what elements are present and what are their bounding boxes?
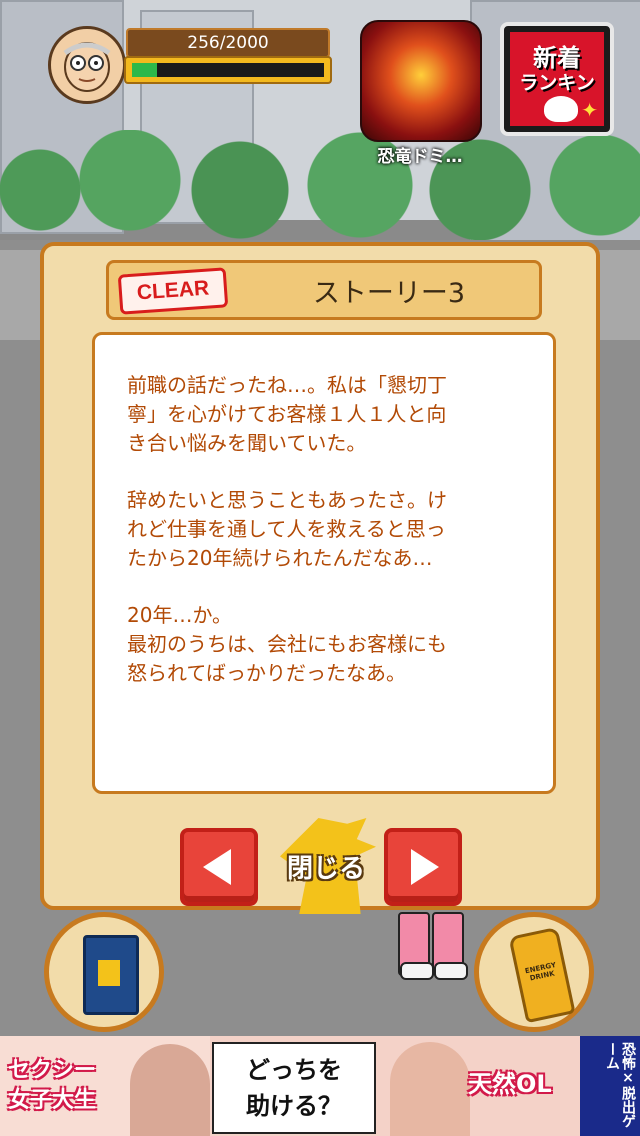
ad-banner[interactable]: セクシー 女子大生 どっちを 助ける？ 天然OL 恐怖×脱出ゲーム — [0, 1036, 640, 1136]
character — [392, 912, 468, 980]
avatar-face — [63, 42, 111, 92]
ranking-background: 新着 ランキング ✦ — [510, 32, 604, 126]
ad-center-panel: どっちを 助ける？ — [212, 1042, 376, 1134]
mask-icon — [544, 96, 578, 122]
energy-drink-icon: ENERGY DRINK — [508, 926, 576, 1024]
next-story-button[interactable] — [384, 828, 462, 906]
left-arrow-icon — [203, 849, 231, 885]
promo-game-label[interactable]: 恐竜ドミ… — [350, 142, 490, 167]
old-man-face-icon[interactable] — [48, 26, 126, 104]
exp-bar — [124, 56, 332, 84]
story-paragraph: 前職の話だったね…。私は「懇切丁 寧」を心がけてお客様１人１人と向 き合い悩みを… — [127, 373, 447, 455]
story-title-bar: CLEAR ストーリー3 — [106, 260, 542, 320]
character-shoe — [434, 962, 468, 980]
clear-stamp: CLEAR — [117, 267, 229, 315]
ad-strip: 恐怖×脱出ゲーム — [580, 1036, 640, 1136]
sparkle-icon: ✦ — [581, 98, 598, 122]
exp-track — [132, 63, 324, 77]
energy-drink-button[interactable]: ENERGY DRINK — [474, 912, 594, 1032]
book-button[interactable] — [44, 912, 164, 1032]
ad-figure-image — [390, 1042, 470, 1136]
character-leg — [432, 912, 468, 980]
story-panel: CLEAR ストーリー3 前職の話だったね…。私は「懇切丁 寧」を心がけてお客様… — [40, 242, 600, 914]
book-emblem — [98, 960, 120, 986]
right-arrow-icon — [411, 849, 439, 885]
ad-strip-text: 恐怖×脱出ゲーム — [604, 1042, 636, 1128]
ad-right-text: 天然OL — [468, 1070, 552, 1098]
character-leg — [398, 912, 434, 980]
ad-figure-image — [130, 1044, 210, 1136]
close-button-label: 閉じる — [286, 854, 365, 884]
story-paragraph: 辞めたいと思うこともあったさ。け れど仕事を通して人を救えると思っ たから20年… — [127, 488, 447, 570]
exp-label: 256/2000 — [126, 28, 330, 58]
exp-fill — [132, 63, 157, 77]
ad-center-text: どっちを 助ける？ — [246, 1056, 342, 1120]
close-button[interactable]: 閉じる — [270, 818, 382, 914]
story-paragraph: 20年…か。 最初のうちは、会社にもお客様にも 怒られてばっかりだったなあ。 — [127, 603, 447, 685]
new-ranking-button[interactable]: 新着 ランキング ✦ — [500, 22, 614, 136]
promo-game-icon[interactable] — [360, 20, 482, 142]
story-text-box[interactable]: 前職の話だったね…。私は「懇切丁 寧」を心がけてお客様１人１人と向 き合い悩みを… — [92, 332, 556, 794]
previous-story-button[interactable] — [180, 828, 258, 906]
character-shoe — [400, 962, 434, 980]
drink-label: ENERGY DRINK — [524, 960, 557, 983]
exp-text: 256/2000 — [187, 33, 269, 53]
story-title: ストーリー3 — [312, 277, 466, 309]
blue-book-icon — [83, 935, 139, 1015]
ad-left-text: セクシー 女子大生 — [8, 1058, 97, 1113]
